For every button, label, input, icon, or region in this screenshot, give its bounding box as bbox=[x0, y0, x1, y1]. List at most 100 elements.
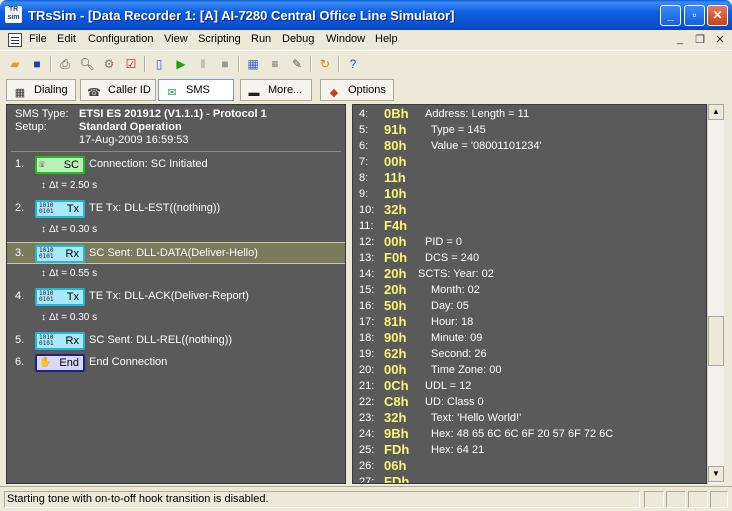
hex-line: 7: 00h bbox=[353, 154, 706, 171]
sequence-step[interactable]: 5. 1010 0101 Rx SC Sent: DLL-REL((nothing… bbox=[7, 330, 345, 352]
sc-badge: ☏ SC bbox=[35, 156, 85, 174]
open-folder-icon[interactable]: ▰ bbox=[6, 55, 24, 73]
step-text: Connection: SC Initiated bbox=[89, 158, 208, 170]
line-number: 25: bbox=[359, 444, 375, 456]
more-icon: ▬ bbox=[248, 87, 260, 99]
script-icon[interactable]: ≡ bbox=[266, 55, 284, 73]
sequence-step[interactable]: 4. 1010 0101 Tx TE Tx: DLL-ACK(Deliver-Re… bbox=[7, 286, 345, 308]
keypad-icon: ▦ bbox=[14, 87, 26, 99]
hex-byte: 10h bbox=[384, 186, 407, 201]
calendar-icon[interactable]: ▦ bbox=[244, 55, 262, 73]
delta-time: ↕ Δt = 2.50 s bbox=[41, 180, 97, 191]
settings-icon[interactable]: ⚙ bbox=[100, 55, 118, 73]
line-number: 15: bbox=[359, 284, 375, 296]
menu-configuration[interactable]: Configuration bbox=[88, 33, 153, 45]
menu-run[interactable]: Run bbox=[251, 33, 271, 45]
hex-line: 10: 32h bbox=[353, 202, 706, 219]
print-icon[interactable]: ⎙ bbox=[56, 55, 74, 73]
binary-icon: 1010 0101 bbox=[39, 290, 54, 303]
delta-time: ↕ Δt = 0.55 s bbox=[41, 268, 97, 279]
tab-dialing[interactable]: ▦ Dialing bbox=[6, 79, 76, 101]
close-button[interactable]: ✕ bbox=[707, 5, 728, 26]
sequence-step[interactable]: 2. 1010 0101 Tx TE Tx: DLL-EST((nothing)) bbox=[7, 198, 345, 220]
scrollbar-thumb[interactable] bbox=[708, 316, 724, 366]
field-description: Second: 26 bbox=[431, 348, 487, 360]
field-description: Type = 145 bbox=[431, 124, 486, 136]
new-document-icon[interactable]: ▯ bbox=[150, 55, 168, 73]
hex-line: 14: 20h SCTS: Year: 02 bbox=[353, 266, 706, 283]
menu-help[interactable]: Help bbox=[375, 33, 398, 45]
step-text: TE Tx: DLL-ACK(Deliver-Report) bbox=[89, 290, 249, 302]
maximize-button[interactable]: ▫ bbox=[684, 5, 705, 26]
field-description: DCS = 240 bbox=[425, 252, 480, 264]
mdi-restore-button[interactable]: ❐ bbox=[692, 33, 708, 47]
hex-line: 19: 62h Second: 26 bbox=[353, 346, 706, 363]
save-icon[interactable]: ■ bbox=[28, 55, 46, 73]
hex-byte: FDh bbox=[384, 442, 410, 457]
stop-icon[interactable]: ■ bbox=[216, 55, 234, 73]
refresh-icon[interactable]: ↻ bbox=[316, 55, 334, 73]
play-icon[interactable]: ▶ bbox=[172, 55, 190, 73]
hex-panel-scrollbar[interactable]: ▲ ▼ bbox=[707, 104, 724, 484]
line-number: 9: bbox=[359, 188, 369, 200]
menu-debug[interactable]: Debug bbox=[282, 33, 314, 45]
tab-more[interactable]: ▬ More... bbox=[240, 79, 312, 101]
toolbar-separator bbox=[50, 56, 52, 72]
tab-label: Options bbox=[348, 84, 386, 96]
hex-byte: 32h bbox=[384, 202, 407, 217]
setup-value: Standard Operation bbox=[79, 121, 182, 133]
sms-sequence-panel: SMS Type: ETSI ES 201912 (V1.1.1) - Prot… bbox=[6, 104, 346, 484]
gear-edit-icon[interactable]: ✎ bbox=[288, 55, 306, 73]
menu-file[interactable]: File bbox=[29, 33, 47, 45]
tab-options[interactable]: ◆ Options bbox=[320, 79, 394, 101]
line-number: 22: bbox=[359, 396, 375, 408]
tab-caller-id[interactable]: ☎ Caller ID bbox=[80, 79, 156, 101]
delta-value: Δt = 0.30 s bbox=[49, 224, 98, 235]
mdi-minimize-button[interactable]: _ bbox=[672, 33, 688, 47]
hex-byte: FDh bbox=[384, 474, 410, 484]
line-number: 18: bbox=[359, 332, 375, 344]
print-preview-icon[interactable]: 🔍︎ bbox=[78, 55, 96, 73]
hex-byte: F4h bbox=[384, 218, 408, 233]
sms-icon: ✉ bbox=[167, 87, 177, 99]
hex-byte: 9Bh bbox=[384, 426, 409, 441]
menu-view[interactable]: View bbox=[164, 33, 188, 45]
line-number: 10: bbox=[359, 204, 375, 216]
sms-type-row: SMS Type: ETSI ES 201912 (V1.1.1) - Prot… bbox=[15, 108, 267, 120]
line-number: 17: bbox=[359, 316, 375, 328]
hex-line: 23: 32h Text: 'Hello World!' bbox=[353, 410, 706, 427]
hex-byte: 06h bbox=[384, 458, 407, 473]
step-number: 6. bbox=[15, 356, 25, 368]
hex-byte: 0Bh bbox=[384, 106, 409, 121]
sequence-step[interactable]: 1. ☏ SC Connection: SC Initiated bbox=[7, 154, 345, 176]
menu-bar: File Edit Configuration View Scripting R… bbox=[0, 30, 732, 50]
document-menu-icon[interactable] bbox=[8, 33, 22, 47]
sequence-step[interactable]: 6. ✋ End End Connection bbox=[7, 352, 345, 374]
menu-scripting[interactable]: Scripting bbox=[198, 33, 241, 45]
hex-line: 9: 10h bbox=[353, 186, 706, 203]
scroll-up-icon[interactable]: ▲ bbox=[708, 104, 724, 120]
menu-edit[interactable]: Edit bbox=[57, 33, 76, 45]
status-bar: Starting tone with on-to-off hook transi… bbox=[0, 486, 732, 511]
scroll-down-icon[interactable]: ▼ bbox=[708, 466, 724, 482]
resize-grip-icon[interactable] bbox=[710, 491, 728, 508]
hex-line: 18: 90h Minute: 09 bbox=[353, 330, 706, 347]
tab-sms[interactable]: ✉ SMS bbox=[158, 79, 234, 101]
pause-icon[interactable]: ‖ bbox=[194, 55, 212, 73]
sequence-step-selected[interactable]: 3. 1010 0101 Rx SC Sent: DLL-DATA(Deliver… bbox=[7, 242, 345, 264]
line-number: 7: bbox=[359, 156, 369, 168]
mdi-close-button[interactable]: ✕ bbox=[712, 33, 728, 47]
toolbar-separator bbox=[338, 56, 340, 72]
field-description: Month: 02 bbox=[431, 284, 480, 296]
line-number: 20: bbox=[359, 364, 375, 376]
tab-label: Dialing bbox=[34, 84, 68, 96]
field-description: Day: 05 bbox=[431, 300, 469, 312]
hex-line: 8: 11h bbox=[353, 170, 706, 187]
app-icon[interactable]: TR sim bbox=[5, 6, 22, 23]
help-icon[interactable]: ? bbox=[344, 55, 362, 73]
checklist-icon[interactable]: ☑ bbox=[122, 55, 140, 73]
menu-window[interactable]: Window bbox=[326, 33, 365, 45]
minimize-button[interactable]: _ bbox=[660, 5, 681, 26]
delta-value: Δt = 2.50 s bbox=[49, 180, 98, 191]
hex-line: 27: FDh bbox=[353, 474, 706, 484]
